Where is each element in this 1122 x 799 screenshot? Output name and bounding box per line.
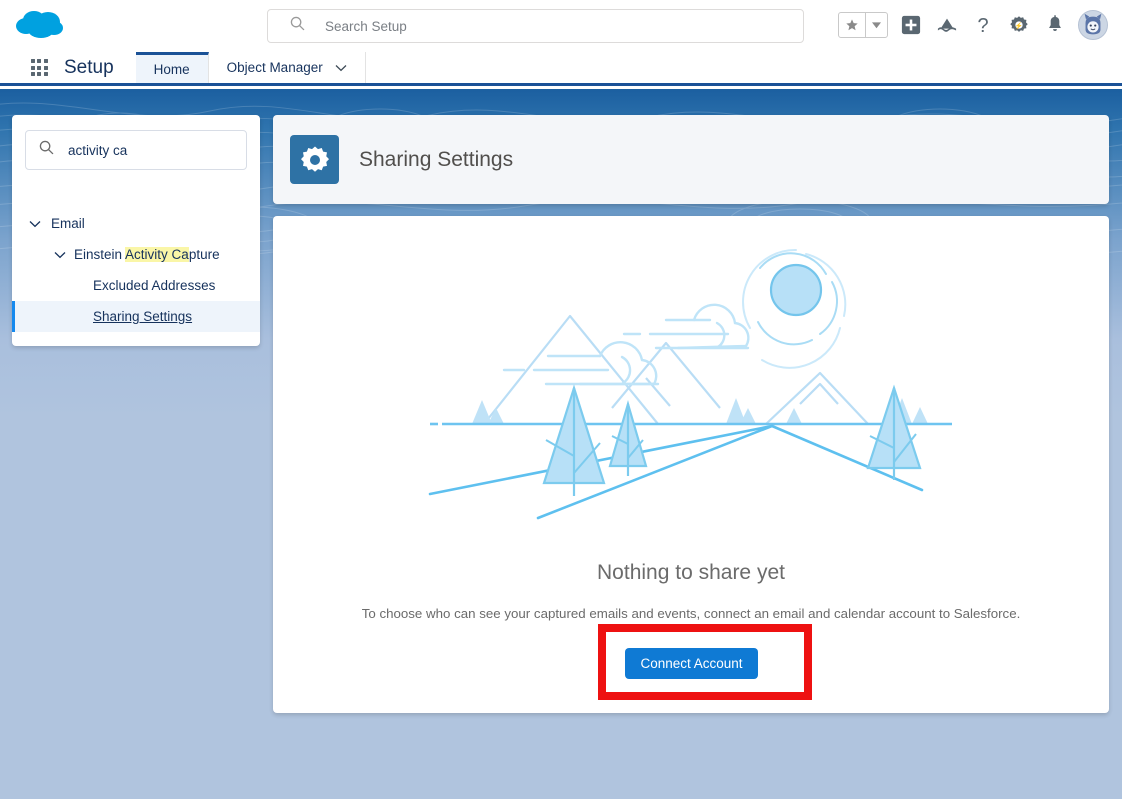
salesforce-cloud-logo[interactable] bbox=[14, 6, 70, 44]
tab-object-manager-label: Object Manager bbox=[226, 60, 323, 75]
quick-find-search-box[interactable]: activity ca bbox=[25, 130, 247, 170]
user-avatar[interactable] bbox=[1078, 10, 1108, 40]
eac-label-highlight: Activity Ca bbox=[125, 247, 189, 262]
search-icon bbox=[39, 140, 54, 160]
sidebar-item-einstein-activity-capture[interactable]: Einstein Activity Capture bbox=[12, 239, 260, 270]
chevron-down-icon[interactable] bbox=[54, 251, 66, 259]
tab-home-label: Home bbox=[153, 61, 190, 77]
empty-state-subtitle: To choose who can see your captured emai… bbox=[361, 606, 1021, 621]
eac-label-prefix: Einstein bbox=[74, 247, 126, 262]
empty-state-landscape-illustration bbox=[428, 248, 952, 520]
sidebar-item-sharing-settings[interactable]: Sharing Settings bbox=[12, 301, 260, 332]
sidebar-item-sharing-settings-label: Sharing Settings bbox=[93, 309, 193, 324]
favorites-dropdown-caret-icon[interactable] bbox=[865, 13, 887, 37]
tab-home[interactable]: Home bbox=[135, 52, 209, 83]
connect-account-button[interactable]: Connect Account bbox=[625, 648, 758, 679]
empty-state-title: Nothing to share yet bbox=[597, 561, 785, 584]
setup-nav-bar: Setup Home Object Manager bbox=[0, 52, 1122, 86]
global-header-actions: ? ⚡ bbox=[838, 5, 1108, 45]
search-icon bbox=[290, 16, 305, 36]
setup-tree: Email Einstein Activity Capture Excluded… bbox=[12, 208, 260, 332]
global-actions-plus-icon[interactable] bbox=[898, 12, 924, 38]
help-question-icon[interactable]: ? bbox=[970, 12, 996, 38]
setup-sidebar: activity ca Email Einstein Activity Capt… bbox=[12, 115, 260, 346]
global-header: Search Setup ? ⚡ bbox=[0, 0, 1122, 52]
sidebar-item-email[interactable]: Email bbox=[12, 208, 260, 239]
app-launcher-waffle-icon[interactable] bbox=[24, 52, 54, 83]
global-search-placeholder: Search Setup bbox=[325, 18, 407, 34]
notifications-bell-icon[interactable] bbox=[1042, 12, 1068, 38]
svg-text:⚡: ⚡ bbox=[1015, 21, 1023, 30]
page-title: Sharing Settings bbox=[359, 147, 514, 171]
favorites-control[interactable] bbox=[838, 12, 888, 38]
favorites-star-icon[interactable] bbox=[839, 13, 865, 37]
chevron-down-icon[interactable] bbox=[29, 220, 41, 228]
page-header-card: Sharing Settings bbox=[273, 115, 1109, 204]
quick-find-value: activity ca bbox=[68, 142, 128, 158]
setup-app-name: Setup bbox=[64, 56, 114, 78]
svg-text:?: ? bbox=[977, 15, 988, 36]
sidebar-item-excluded-addresses[interactable]: Excluded Addresses bbox=[12, 270, 260, 301]
sidebar-item-email-label: Email bbox=[51, 216, 85, 231]
tab-object-manager[interactable]: Object Manager bbox=[209, 52, 366, 83]
sun-icon bbox=[769, 263, 823, 317]
global-search-box[interactable]: Search Setup bbox=[267, 9, 804, 43]
chevron-down-icon[interactable] bbox=[335, 60, 347, 75]
app-launcher-cloud-icon[interactable] bbox=[934, 12, 960, 38]
gear-icon bbox=[290, 135, 339, 184]
sidebar-item-einstein-activity-capture-label: Einstein Activity Capture bbox=[74, 247, 220, 262]
setup-gear-icon[interactable]: ⚡ bbox=[1006, 12, 1032, 38]
main-content-card: Nothing to share yet To choose who can s… bbox=[273, 216, 1109, 713]
eac-label-suffix: pture bbox=[188, 247, 220, 262]
sidebar-item-excluded-addresses-label: Excluded Addresses bbox=[93, 278, 216, 293]
